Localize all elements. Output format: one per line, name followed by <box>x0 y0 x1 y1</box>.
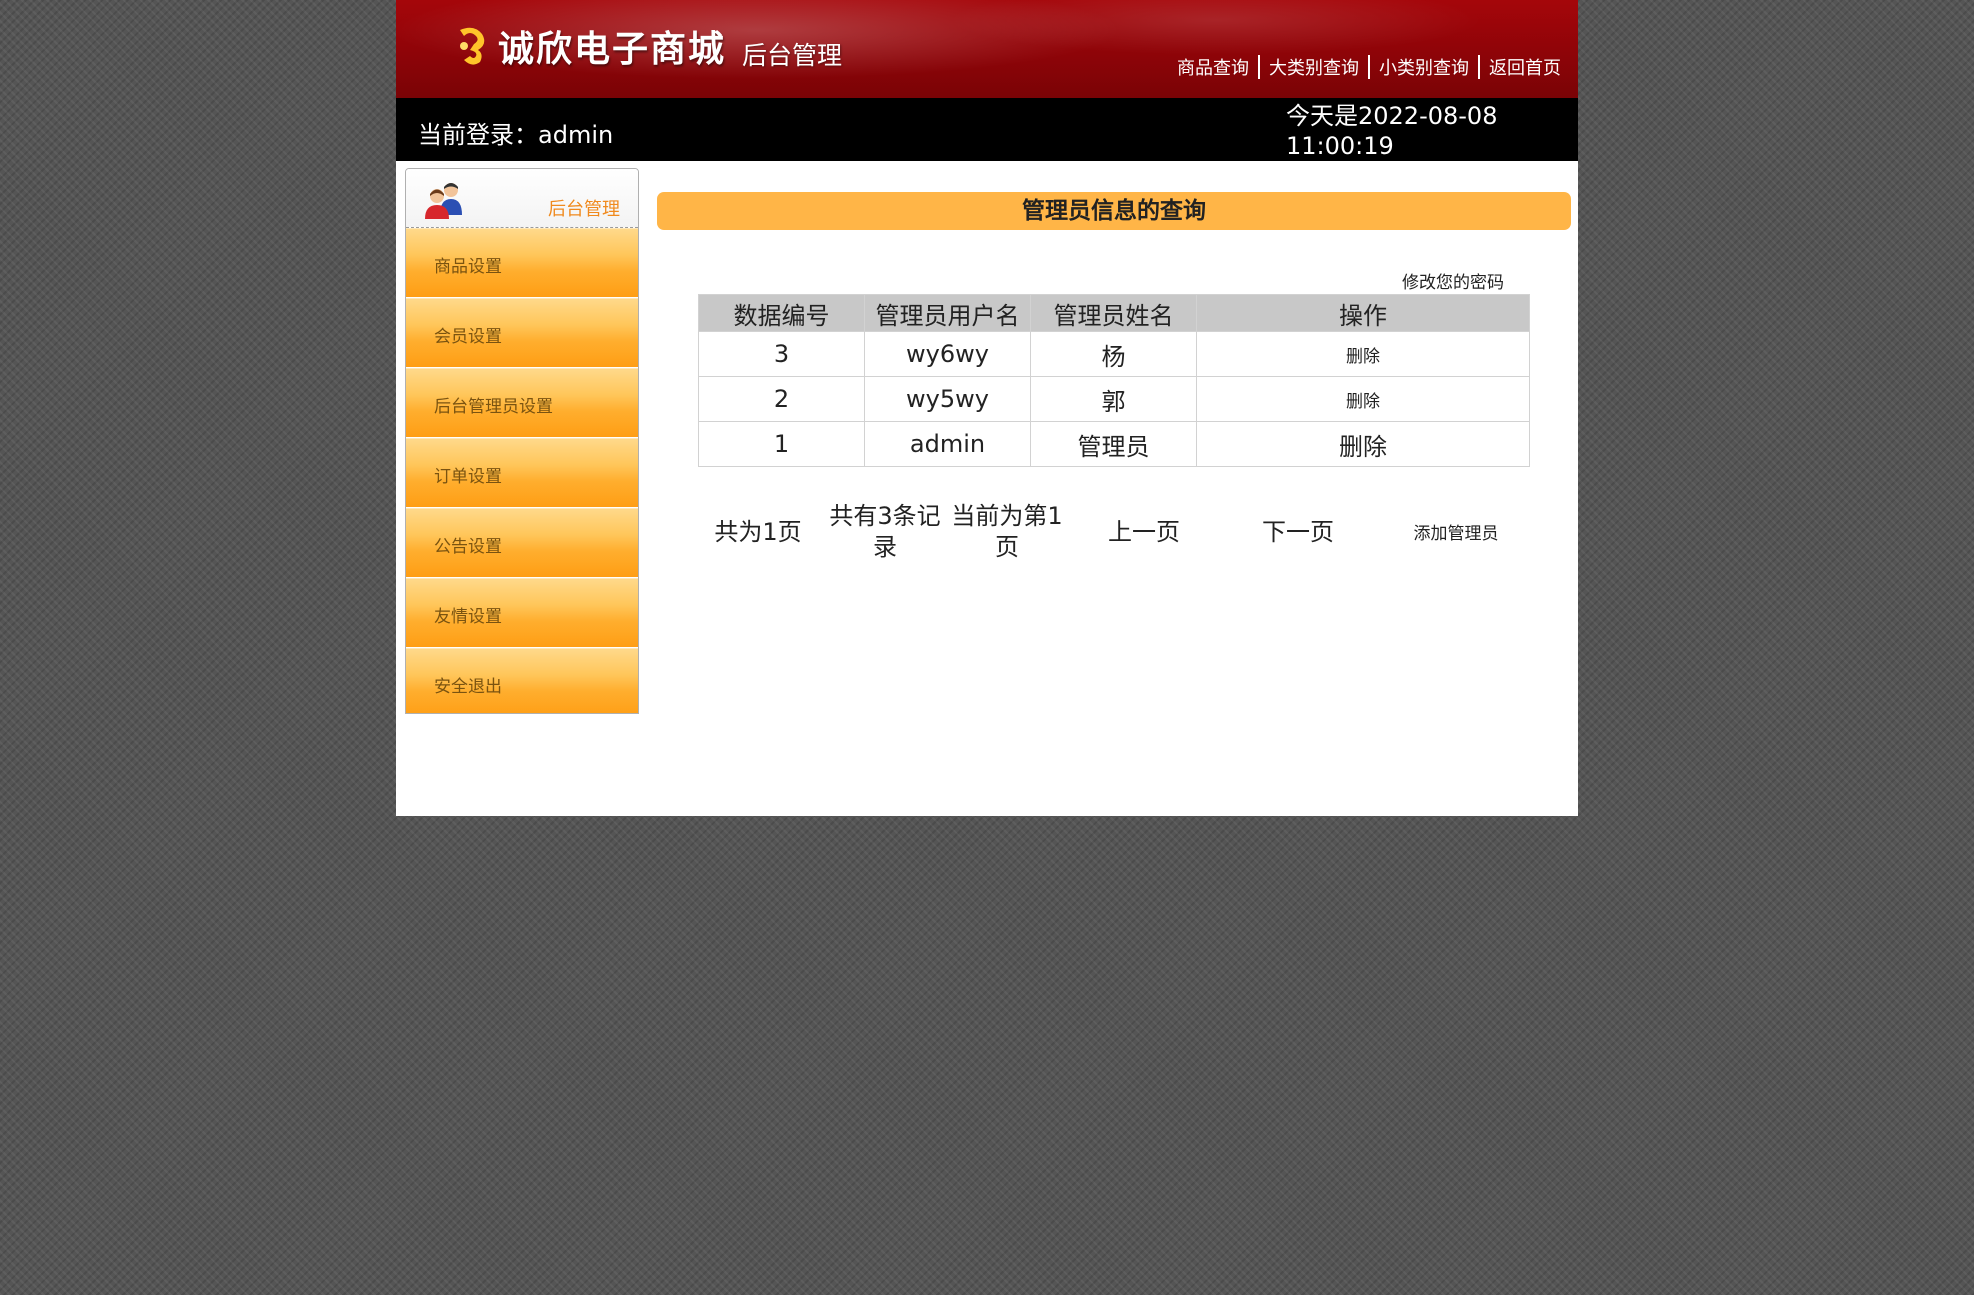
menu-item-order-settings[interactable]: 订单设置 <box>406 438 638 507</box>
nav-separator <box>1258 55 1260 79</box>
sidebar-header: 后台管理 <box>406 169 638 228</box>
menu-item-friendlink-settings[interactable]: 友情设置 <box>406 578 638 647</box>
pager: 共为1页 共有3条记录 当前为第1页 上一页 下一页 添加管理员 <box>698 501 1530 571</box>
top-nav: 商品查询 大类别查询 小类别查询 返回首页 <box>1177 54 1561 80</box>
menu-item-logout[interactable]: 安全退出 <box>406 648 638 713</box>
brand-title: 诚欣电子商城 <box>498 29 727 70</box>
brand-subtitle: 后台管理 <box>742 41 843 70</box>
cell-username: wy6wy <box>864 331 1031 377</box>
menu-item-label: 订单设置 <box>434 467 502 487</box>
table-row: 2 wy5wy 郭 删除 <box>698 376 1530 422</box>
table-row: 3 wy6wy 杨 删除 <box>698 331 1530 377</box>
logo-icon <box>460 27 485 65</box>
page-title: 管理员信息的查询 <box>657 192 1571 230</box>
col-header-id: 数据编号 <box>698 294 865 332</box>
current-login-label: 当前登录：admin <box>418 121 614 149</box>
change-password-link[interactable]: 修改您的密码 <box>1402 268 1504 293</box>
delete-link[interactable]: 删除 <box>1346 392 1380 412</box>
menu-item-label: 商品设置 <box>434 257 502 277</box>
pager-total-pages: 共为1页 <box>714 518 802 546</box>
users-icon <box>425 183 462 219</box>
delete-link[interactable]: 删除 <box>1346 347 1380 367</box>
cell-action: 删除 <box>1196 331 1530 377</box>
pager-next: 下一页 <box>1238 517 1358 548</box>
menu-item-admin-settings[interactable]: 后台管理员设置 <box>406 368 638 437</box>
menu-item-label: 后台管理员设置 <box>434 397 553 417</box>
date-line: 今天是2022-08-08 <box>1286 102 1498 130</box>
cell-id: 2 <box>698 376 865 422</box>
status-bar: 当前登录：admin 今天是2022-08-08 11:00:19 <box>396 98 1578 161</box>
page-container: 诚欣电子商城 后台管理 商品查询 大类别查询 小类别查询 返回首页 当前登录：a… <box>396 0 1578 816</box>
cell-name: 管理员 <box>1030 421 1197 467</box>
menu-item-label: 公告设置 <box>434 537 502 557</box>
add-admin-link[interactable]: 添加管理员 <box>1414 524 1499 544</box>
menu-item-notice-settings[interactable]: 公告设置 <box>406 508 638 577</box>
pager-add-admin: 添加管理员 <box>1386 519 1526 550</box>
nav-home-link[interactable]: 返回首页 <box>1489 54 1561 80</box>
nav-separator <box>1478 55 1480 79</box>
sidebar: 后台管理 商品设置 会员设置 后台管理员设置 订单设置 公告设置 友情设置 安全… <box>405 168 639 714</box>
col-header-action: 操作 <box>1196 294 1530 332</box>
next-page-link[interactable]: 下一页 <box>1262 518 1334 546</box>
menu-item-product-settings[interactable]: 商品设置 <box>406 228 638 297</box>
cell-username: wy5wy <box>864 376 1031 422</box>
nav-separator <box>1368 55 1370 79</box>
cell-username: admin <box>864 421 1031 467</box>
header-banner: 诚欣电子商城 后台管理 商品查询 大类别查询 小类别查询 返回首页 <box>396 0 1578 98</box>
col-header-name: 管理员姓名 <box>1030 294 1197 332</box>
cell-name: 杨 <box>1030 331 1197 377</box>
pager-total-records: 共有3条记录 <box>829 502 941 561</box>
pager-prev: 上一页 <box>1084 517 1204 548</box>
menu-item-label: 友情设置 <box>434 607 502 627</box>
cell-name: 郭 <box>1030 376 1197 422</box>
nav-minor-category-search[interactable]: 小类别查询 <box>1379 54 1469 80</box>
delete-link[interactable]: 删除 <box>1339 433 1387 461</box>
datetime-display: 今天是2022-08-08 11:00:19 <box>1286 101 1526 161</box>
nav-major-category-search[interactable]: 大类别查询 <box>1269 54 1359 80</box>
time-line: 11:00:19 <box>1286 132 1394 160</box>
prev-page-link[interactable]: 上一页 <box>1108 518 1180 546</box>
cell-id: 3 <box>698 331 865 377</box>
menu-item-member-settings[interactable]: 会员设置 <box>406 298 638 367</box>
cell-action: 删除 <box>1196 421 1530 467</box>
menu-item-label: 安全退出 <box>434 677 502 697</box>
menu-item-label: 会员设置 <box>434 327 502 347</box>
nav-product-search[interactable]: 商品查询 <box>1177 54 1249 80</box>
table-row: 1 admin 管理员 删除 <box>698 421 1530 467</box>
table-header-row: 数据编号 管理员用户名 管理员姓名 操作 <box>698 294 1530 332</box>
cell-action: 删除 <box>1196 376 1530 422</box>
cell-id: 1 <box>698 421 865 467</box>
pager-current-page: 当前为第1页 <box>951 502 1063 561</box>
sidebar-title: 后台管理 <box>548 199 620 220</box>
col-header-username: 管理员用户名 <box>864 294 1031 332</box>
admin-table: 数据编号 管理员用户名 管理员姓名 操作 3 wy6wy 杨 删除 2 wy5w… <box>698 294 1530 467</box>
